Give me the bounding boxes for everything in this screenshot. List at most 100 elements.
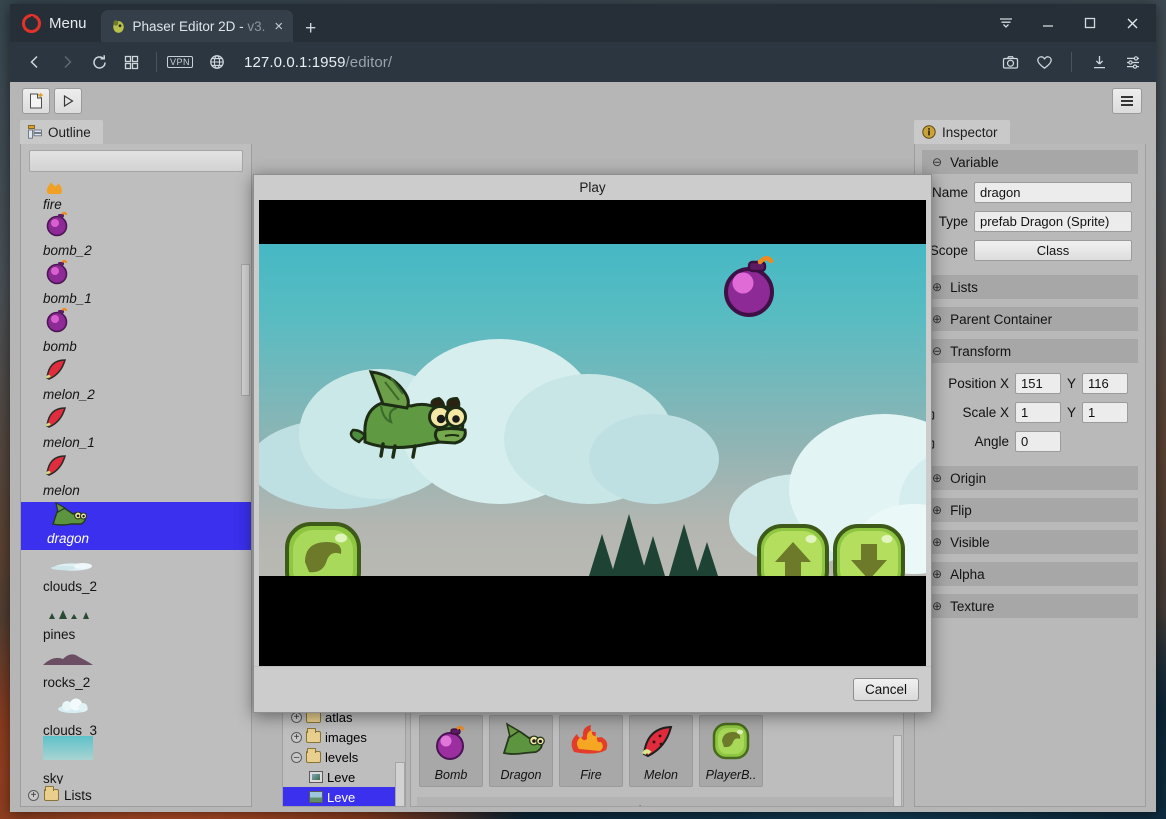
- tab-close-icon[interactable]: ×: [272, 19, 285, 34]
- fire-sprite-icon: [43, 180, 69, 198]
- bomb-sprite: [724, 256, 774, 317]
- close-icon[interactable]: [1112, 7, 1152, 39]
- section-visible[interactable]: ⊕ Visible: [922, 530, 1138, 554]
- asset-cell-playerbutton[interactable]: PlayerB..: [699, 715, 763, 787]
- field-scope: Scope Class: [922, 240, 1138, 261]
- scene-image-file-icon: [309, 791, 323, 803]
- back-icon[interactable]: [20, 47, 50, 77]
- new-file-icon[interactable]: [22, 88, 50, 114]
- scope-select[interactable]: Class: [974, 240, 1132, 261]
- asset-label: Fire: [580, 768, 602, 782]
- cancel-button[interactable]: Cancel: [852, 678, 919, 701]
- asset-scrollbar[interactable]: [893, 735, 902, 806]
- expand-icon[interactable]: ⊕: [932, 280, 942, 294]
- section-transform[interactable]: ⊖ Transform: [922, 339, 1138, 363]
- section-parent-container[interactable]: ⊕ Parent Container: [922, 307, 1138, 331]
- type-input[interactable]: prefab Dragon (Sprite): [974, 211, 1132, 232]
- angle-input[interactable]: 0: [1015, 431, 1061, 452]
- section-label: Origin: [950, 470, 987, 486]
- reload-icon[interactable]: [84, 47, 114, 77]
- file-tree-row-level-scene[interactable]: Leve: [283, 767, 405, 787]
- expand-icon[interactable]: ⊕: [932, 535, 942, 549]
- name-input[interactable]: dragon: [974, 182, 1132, 203]
- expand-icon[interactable]: +: [28, 789, 39, 801]
- folder-icon: [306, 728, 321, 743]
- outline-item-lists[interactable]: + Lists: [21, 784, 251, 806]
- section-label: Visible: [950, 534, 990, 550]
- asset-cell-melon[interactable]: Melon: [629, 715, 693, 787]
- file-tree-label: images: [325, 729, 367, 745]
- vpn-badge[interactable]: VPN: [167, 56, 194, 68]
- expand-icon[interactable]: ⊕: [932, 503, 942, 517]
- maximize-icon[interactable]: [1070, 7, 1110, 39]
- expand-icon[interactable]: ⊕: [932, 312, 942, 326]
- tab-list-icon[interactable]: [986, 7, 1026, 39]
- game-canvas[interactable]: [259, 200, 926, 666]
- globe-icon[interactable]: [202, 47, 232, 77]
- easy-setup-icon[interactable]: [1118, 47, 1148, 77]
- cloud-shape: [589, 414, 719, 504]
- download-icon[interactable]: [1084, 47, 1114, 77]
- outline-lists-label: Lists: [64, 787, 92, 803]
- section-alpha[interactable]: ⊕ Alpha: [922, 562, 1138, 586]
- scale-y-input[interactable]: 1: [1082, 402, 1129, 423]
- camera-icon[interactable]: [995, 47, 1025, 77]
- menu-icon[interactable]: [1112, 88, 1142, 114]
- outline-item-melon[interactable]: melon: [21, 454, 251, 502]
- tab-outline[interactable]: Outline: [20, 120, 103, 144]
- asset-cell-dragon[interactable]: Dragon: [489, 715, 553, 787]
- file-tree-scrollbar[interactable]: [395, 762, 405, 806]
- outline-item-bomb_2[interactable]: bomb_2: [21, 211, 251, 262]
- file-tree-row-images[interactable]: + images: [283, 727, 405, 747]
- section-origin[interactable]: ⊕ Origin: [922, 466, 1138, 490]
- window-controls: [986, 4, 1152, 42]
- outline-item-melon_2[interactable]: melon_2: [21, 358, 251, 406]
- section-lists[interactable]: ⊕ Lists: [922, 275, 1138, 299]
- position-y-input[interactable]: 116: [1082, 373, 1129, 394]
- asset-cell-bomb[interactable]: Bomb: [419, 715, 483, 787]
- expand-icon[interactable]: ⊕: [932, 567, 942, 581]
- expand-icon[interactable]: ⊕: [932, 599, 942, 613]
- play-icon[interactable]: [54, 88, 82, 114]
- fire-button[interactable]: [283, 520, 363, 576]
- file-tree-row-level-selected[interactable]: Leve: [283, 787, 405, 806]
- new-tab-button[interactable]: +: [293, 19, 328, 42]
- expand-icon[interactable]: +: [291, 711, 302, 723]
- position-x-input[interactable]: 151: [1015, 373, 1061, 394]
- toolbar-divider: [156, 52, 157, 72]
- heart-icon[interactable]: [1029, 47, 1059, 77]
- section-texture[interactable]: ⊕ Texture: [922, 594, 1138, 618]
- expand-icon[interactable]: +: [291, 731, 302, 743]
- outline-item-bomb_1[interactable]: bomb_1: [21, 259, 251, 310]
- melon-sprite-icon: [43, 352, 73, 382]
- collapse-icon[interactable]: ⊖: [932, 344, 942, 358]
- asset-cell-fire[interactable]: Fire: [559, 715, 623, 787]
- section-label: Alpha: [950, 566, 985, 582]
- speed-dial-icon[interactable]: [116, 47, 146, 77]
- outline-item-bomb[interactable]: bomb: [21, 307, 251, 358]
- down-button[interactable]: [831, 522, 907, 576]
- up-button[interactable]: [755, 522, 831, 576]
- outline-item-label: sky: [43, 771, 64, 784]
- file-tree-row-levels[interactable]: – levels: [283, 747, 405, 767]
- section-label: Variable: [950, 154, 999, 170]
- scale-x-input[interactable]: 1: [1015, 402, 1061, 423]
- collapse-icon[interactable]: –: [291, 751, 302, 763]
- game-scene[interactable]: [259, 244, 926, 576]
- url-text[interactable]: 127.0.0.1:1959/editor/: [244, 54, 392, 71]
- browser-tab-phaser-editor[interactable]: Phaser Editor 2D - v3. ×: [100, 10, 294, 42]
- opera-menu-button[interactable]: Menu: [10, 4, 101, 42]
- minimize-icon[interactable]: [1028, 7, 1068, 39]
- outline-filter-input[interactable]: [29, 150, 243, 172]
- collapse-icon[interactable]: ⊖: [932, 155, 942, 169]
- tab-inspector[interactable]: Inspector: [914, 120, 1010, 144]
- outline-item-sky[interactable]: sky: [21, 736, 251, 784]
- play-dialog: Play Cancel: [253, 174, 932, 713]
- expand-icon[interactable]: ⊕: [932, 471, 942, 485]
- section-label: Transform: [950, 343, 1012, 359]
- section-flip[interactable]: ⊕ Flip: [922, 498, 1138, 522]
- outline-item-melon_1[interactable]: melon_1: [21, 406, 251, 454]
- outline-scrollbar[interactable]: [241, 264, 250, 396]
- pine-tree: [669, 524, 699, 576]
- section-variable[interactable]: ⊖ Variable: [922, 150, 1138, 174]
